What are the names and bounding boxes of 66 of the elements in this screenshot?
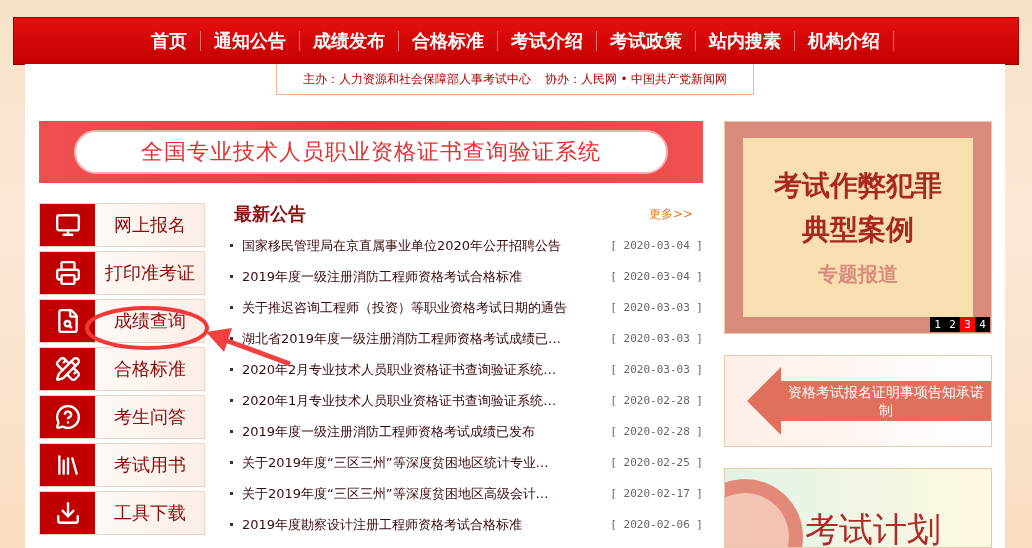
bullet-icon: [230, 430, 233, 433]
news-link[interactable]: 湖北省2019年度一级注册消防工程师资格考试成绩已…: [242, 329, 611, 348]
sidebar-item[interactable]: 考试用书: [39, 443, 205, 487]
nav-link[interactable]: 首页: [138, 31, 201, 51]
plan-banner[interactable]: 考试计划: [724, 468, 992, 548]
printer-icon: [54, 260, 81, 286]
bullet-icon: [230, 523, 233, 526]
nav-link[interactable]: 站内搜素: [696, 31, 795, 51]
sidebar-item[interactable]: 网上报名: [39, 203, 205, 247]
news-date: [ 2020-03-04 ]: [610, 239, 703, 252]
sidebar-item[interactable]: 合格标准: [39, 347, 205, 391]
pager-button[interactable]: 2: [945, 317, 960, 332]
sidebar-item[interactable]: 考生问答: [39, 395, 205, 439]
bullet-icon: [230, 306, 233, 309]
bullet-icon: [230, 461, 233, 464]
pager-button[interactable]: 3: [960, 317, 975, 332]
sidebar-item[interactable]: 打印准考证: [39, 251, 205, 295]
bullet-icon: [230, 368, 233, 371]
nav-link[interactable]: 机构介绍: [795, 31, 894, 51]
nav-link[interactable]: 考试政策: [597, 31, 696, 51]
news-link[interactable]: 国家移民管理局在京直属事业单位2020年公开招聘公告: [242, 236, 611, 255]
system-banner[interactable]: 全国专业技术人员职业资格证书查询验证系统: [39, 121, 703, 183]
bullet-icon: [230, 337, 233, 340]
nav-link[interactable]: 成绩发布: [300, 31, 399, 51]
sidebar-item[interactable]: 工具下载: [39, 491, 205, 535]
sidebar-item[interactable]: 成绩查询: [39, 299, 205, 343]
partner-text: 协办：人民网 • 中国共产党新闻网: [544, 70, 728, 88]
promo-banner[interactable]: 考试作弊犯罪 典型案例 专题报道 1 2 3 4: [724, 121, 992, 334]
news-date: [ 2020-03-03 ]: [610, 301, 703, 314]
news-link[interactable]: 2020年2月专业技术人员职业资格证书查询验证系统…: [242, 360, 611, 379]
news-link[interactable]: 关于2019年度“三区三州”等深度贫困地区高级会计…: [242, 484, 611, 503]
promo-subtitle: 专题报道: [818, 261, 898, 288]
pager-button[interactable]: 1: [930, 317, 945, 332]
news-date: [ 2020-02-28 ]: [610, 425, 703, 438]
question-bubble-icon: [54, 404, 81, 430]
nav-link[interactable]: 考试介绍: [498, 31, 597, 51]
news-date: [ 2020-03-03 ]: [610, 332, 703, 345]
promo-title: 典型案例: [802, 212, 914, 248]
news-heading: 最新公告: [234, 202, 306, 226]
news-date: [ 2020-02-06 ]: [610, 518, 703, 531]
news-link[interactable]: 2019年度一级注册消防工程师资格考试合格标准: [242, 267, 611, 286]
bullet-icon: [230, 492, 233, 495]
bullet-icon: [230, 399, 233, 402]
news-date: [ 2020-02-28 ]: [610, 394, 703, 407]
news-link[interactable]: 2019年度勘察设计注册工程师资格考试合格标准: [242, 515, 611, 534]
nav-link[interactable]: 通知公告: [201, 31, 300, 51]
news-link[interactable]: 2019年度一级注册消防工程师资格考试成绩已发布: [242, 422, 611, 441]
news-date: [ 2020-02-17 ]: [610, 487, 703, 500]
news-date: [ 2020-03-04 ]: [610, 270, 703, 283]
news-date: [ 2020-03-03 ]: [610, 363, 703, 376]
arrowhead-icon: [747, 367, 781, 435]
banner-title: 全国专业技术人员职业资格证书查询验证系统: [74, 130, 668, 174]
bullet-icon: [230, 275, 233, 278]
news-link[interactable]: 关于2019年度“三区三州”等深度贫困地区统计专业…: [242, 453, 611, 472]
news-link[interactable]: 关于推迟咨询工程师（投资）等职业资格考试日期的通告: [242, 298, 611, 317]
plan-title: 考试计划: [805, 508, 941, 547]
pencil-ruler-icon: [54, 356, 81, 382]
pager-button[interactable]: 4: [975, 317, 990, 332]
download-icon: [54, 500, 81, 526]
news-link[interactable]: 2020年1月专业技术人员职业资格证书查询验证系统…: [242, 391, 611, 410]
host-text: 主办：人力资源和社会保障部人事考试中心: [302, 70, 531, 88]
promo-title: 考试作弊犯罪: [774, 168, 942, 204]
nav-link[interactable]: 合格标准: [399, 31, 498, 51]
bullet-icon: [230, 244, 233, 247]
news-date: [ 2020-02-25 ]: [610, 456, 703, 469]
monitor-icon: [54, 212, 81, 238]
